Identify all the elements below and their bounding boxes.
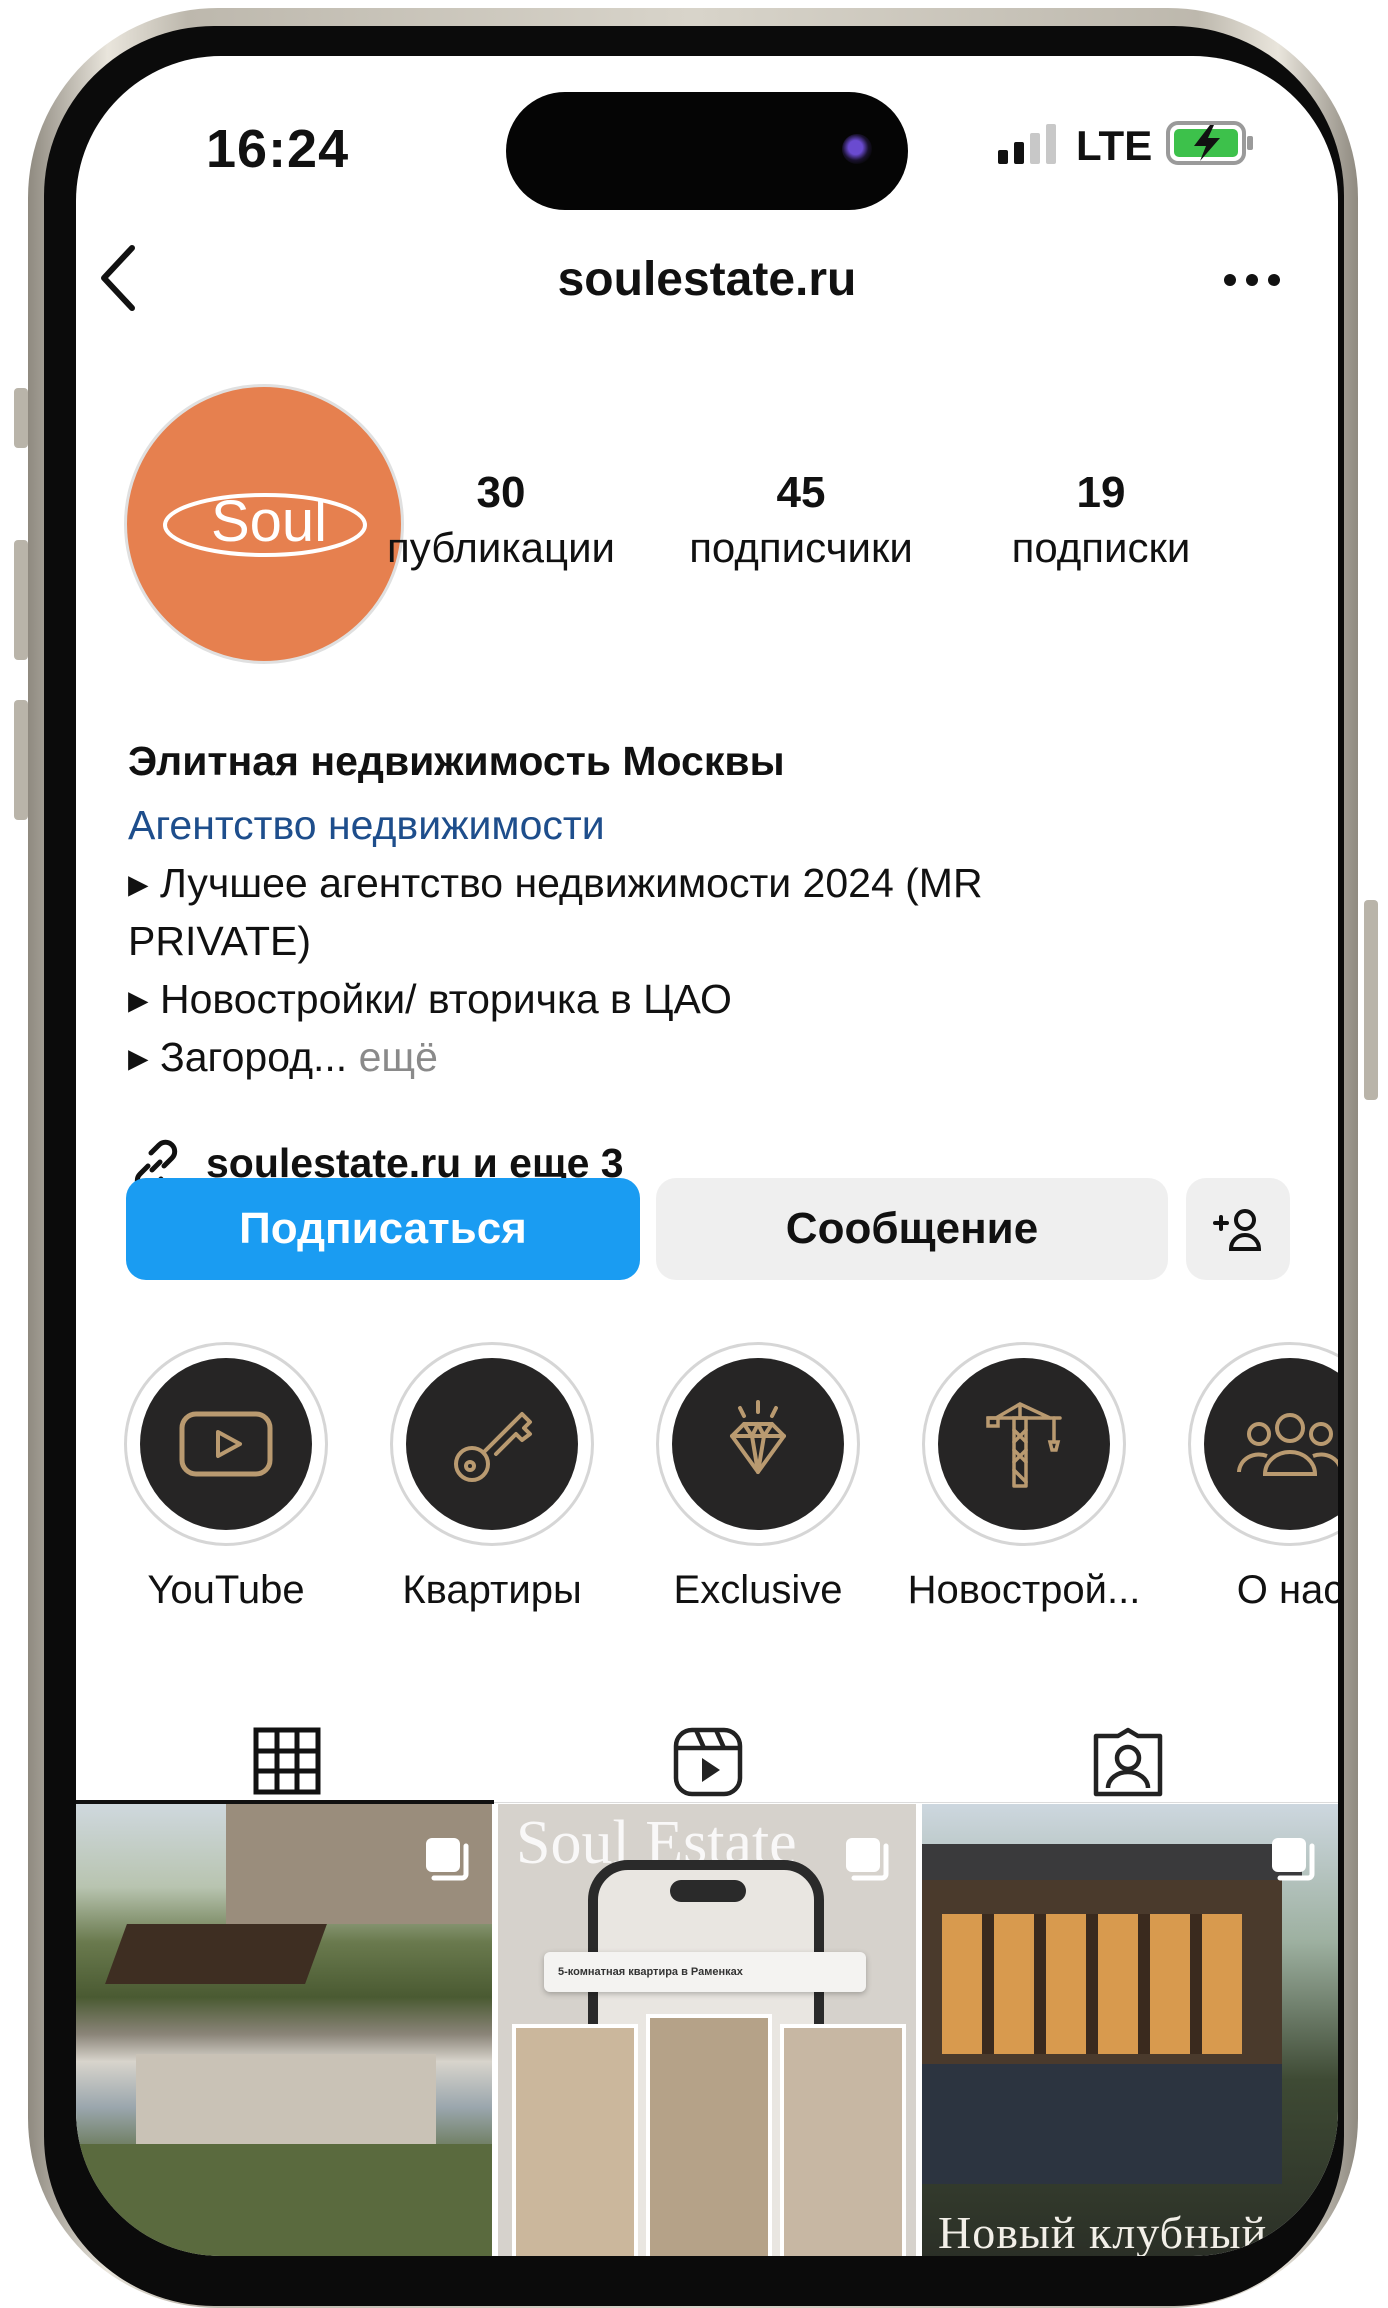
post-image-terrace (105, 1924, 327, 1984)
tagged-tab-icon[interactable] (1092, 1726, 1164, 1798)
highlight-label: О нас (1236, 1568, 1338, 1612)
screen: 16:24 LTE soulestate.ru Soul 30 публикац… (76, 56, 1338, 2256)
highlight-apartments[interactable] (390, 1342, 594, 1546)
reels-tab-icon[interactable] (672, 1726, 744, 1798)
post-search-bar: 5-комнатная квартира в Раменках (544, 1952, 866, 1992)
post-search-text: 5-комнатная квартира в Раменках (558, 1966, 743, 1978)
avatar[interactable]: Soul (124, 384, 404, 664)
post-tile[interactable] (76, 1804, 492, 2256)
people-icon (1237, 1413, 1338, 1476)
highlight-exclusive[interactable] (656, 1342, 860, 1546)
highlight-new-buildings[interactable] (922, 1342, 1126, 1546)
bio-more-link[interactable]: ещё (347, 1034, 438, 1080)
status-time: 16:24 (206, 119, 350, 179)
post-image-room (780, 2024, 906, 2256)
stat-following-label[interactable]: подписки (976, 524, 1226, 572)
crane-icon (986, 1402, 1062, 1488)
highlight-label: YouTube (147, 1568, 305, 1612)
battery-icon (1166, 121, 1253, 165)
grid-tab-icon[interactable] (252, 1726, 322, 1796)
post-image-windows (942, 1914, 1242, 2054)
highlight-label: Exclusive (673, 1568, 843, 1612)
volume-down-button (14, 700, 28, 820)
highlight-about[interactable] (1188, 1342, 1338, 1546)
volume-up-button (14, 540, 28, 660)
post-image-roof (922, 1844, 1302, 1880)
post-image-trees (76, 2144, 492, 2256)
bio-name: Элитная недвижимость Москвы (128, 738, 785, 784)
bio-text: ▸ Загород... (128, 1034, 348, 1080)
power-button (1364, 900, 1378, 1100)
profile-username: soulestate.ru (557, 253, 857, 306)
stat-posts-label[interactable]: публикации (376, 524, 626, 572)
post-image-room (512, 2024, 638, 2256)
key-icon (454, 1412, 532, 1482)
bio-line: ▸ Загород... ещё (128, 1028, 438, 1086)
follow-button[interactable]: Подписаться (126, 1178, 640, 1280)
bio-line: PRIVATE) (128, 918, 311, 964)
post-caption: Новый клубный (938, 2207, 1268, 2256)
carousel-icon (1272, 1838, 1315, 1881)
post-image-notch (670, 1880, 746, 1902)
post-tile[interactable]: Soul Estate 5-комнатная квартира в Рамен… (498, 1804, 916, 2256)
bio-line: ▸ Лучшее агентство недвижимости 2024 (MR (128, 860, 983, 906)
action-button (14, 388, 28, 448)
post-image-lower-floor (922, 2064, 1282, 2184)
highlight-youtube[interactable] (124, 1342, 328, 1546)
soul-logo-icon: Soul (163, 489, 367, 557)
carousel-icon (426, 1838, 469, 1881)
post-tile[interactable]: Новый клубный (922, 1804, 1338, 2256)
message-button[interactable]: Сообщение (656, 1178, 1168, 1280)
diamond-icon (730, 1400, 786, 1474)
avatar-logo-text: Soul (211, 489, 327, 554)
stat-following-count: 19 (1076, 468, 1126, 517)
highlight-label: Квартиры (402, 1568, 582, 1612)
stat-followers-label[interactable]: подписчики (676, 524, 926, 572)
signal-icon (998, 124, 1056, 164)
network-label: LTE (1076, 122, 1153, 169)
dynamic-island (506, 92, 908, 210)
camera-icon (842, 134, 872, 164)
bio-category: Агентство недвижимости (128, 802, 605, 848)
suggested-users-button[interactable] (1186, 1178, 1290, 1280)
bio-line: ▸ Новостройки/ вторичка в ЦАО (128, 976, 732, 1022)
tabs-divider (494, 1802, 1338, 1803)
post-image-building (136, 2054, 436, 2144)
youtube-icon (179, 1411, 273, 1477)
highlight-label: Новострой... (907, 1568, 1141, 1612)
add-person-icon (1213, 1209, 1262, 1251)
more-options-icon[interactable] (1222, 272, 1282, 288)
stat-followers-count: 45 (776, 468, 826, 517)
carousel-icon (846, 1838, 889, 1881)
stat-posts-count: 30 (476, 468, 526, 517)
post-image-room (646, 2014, 772, 2256)
